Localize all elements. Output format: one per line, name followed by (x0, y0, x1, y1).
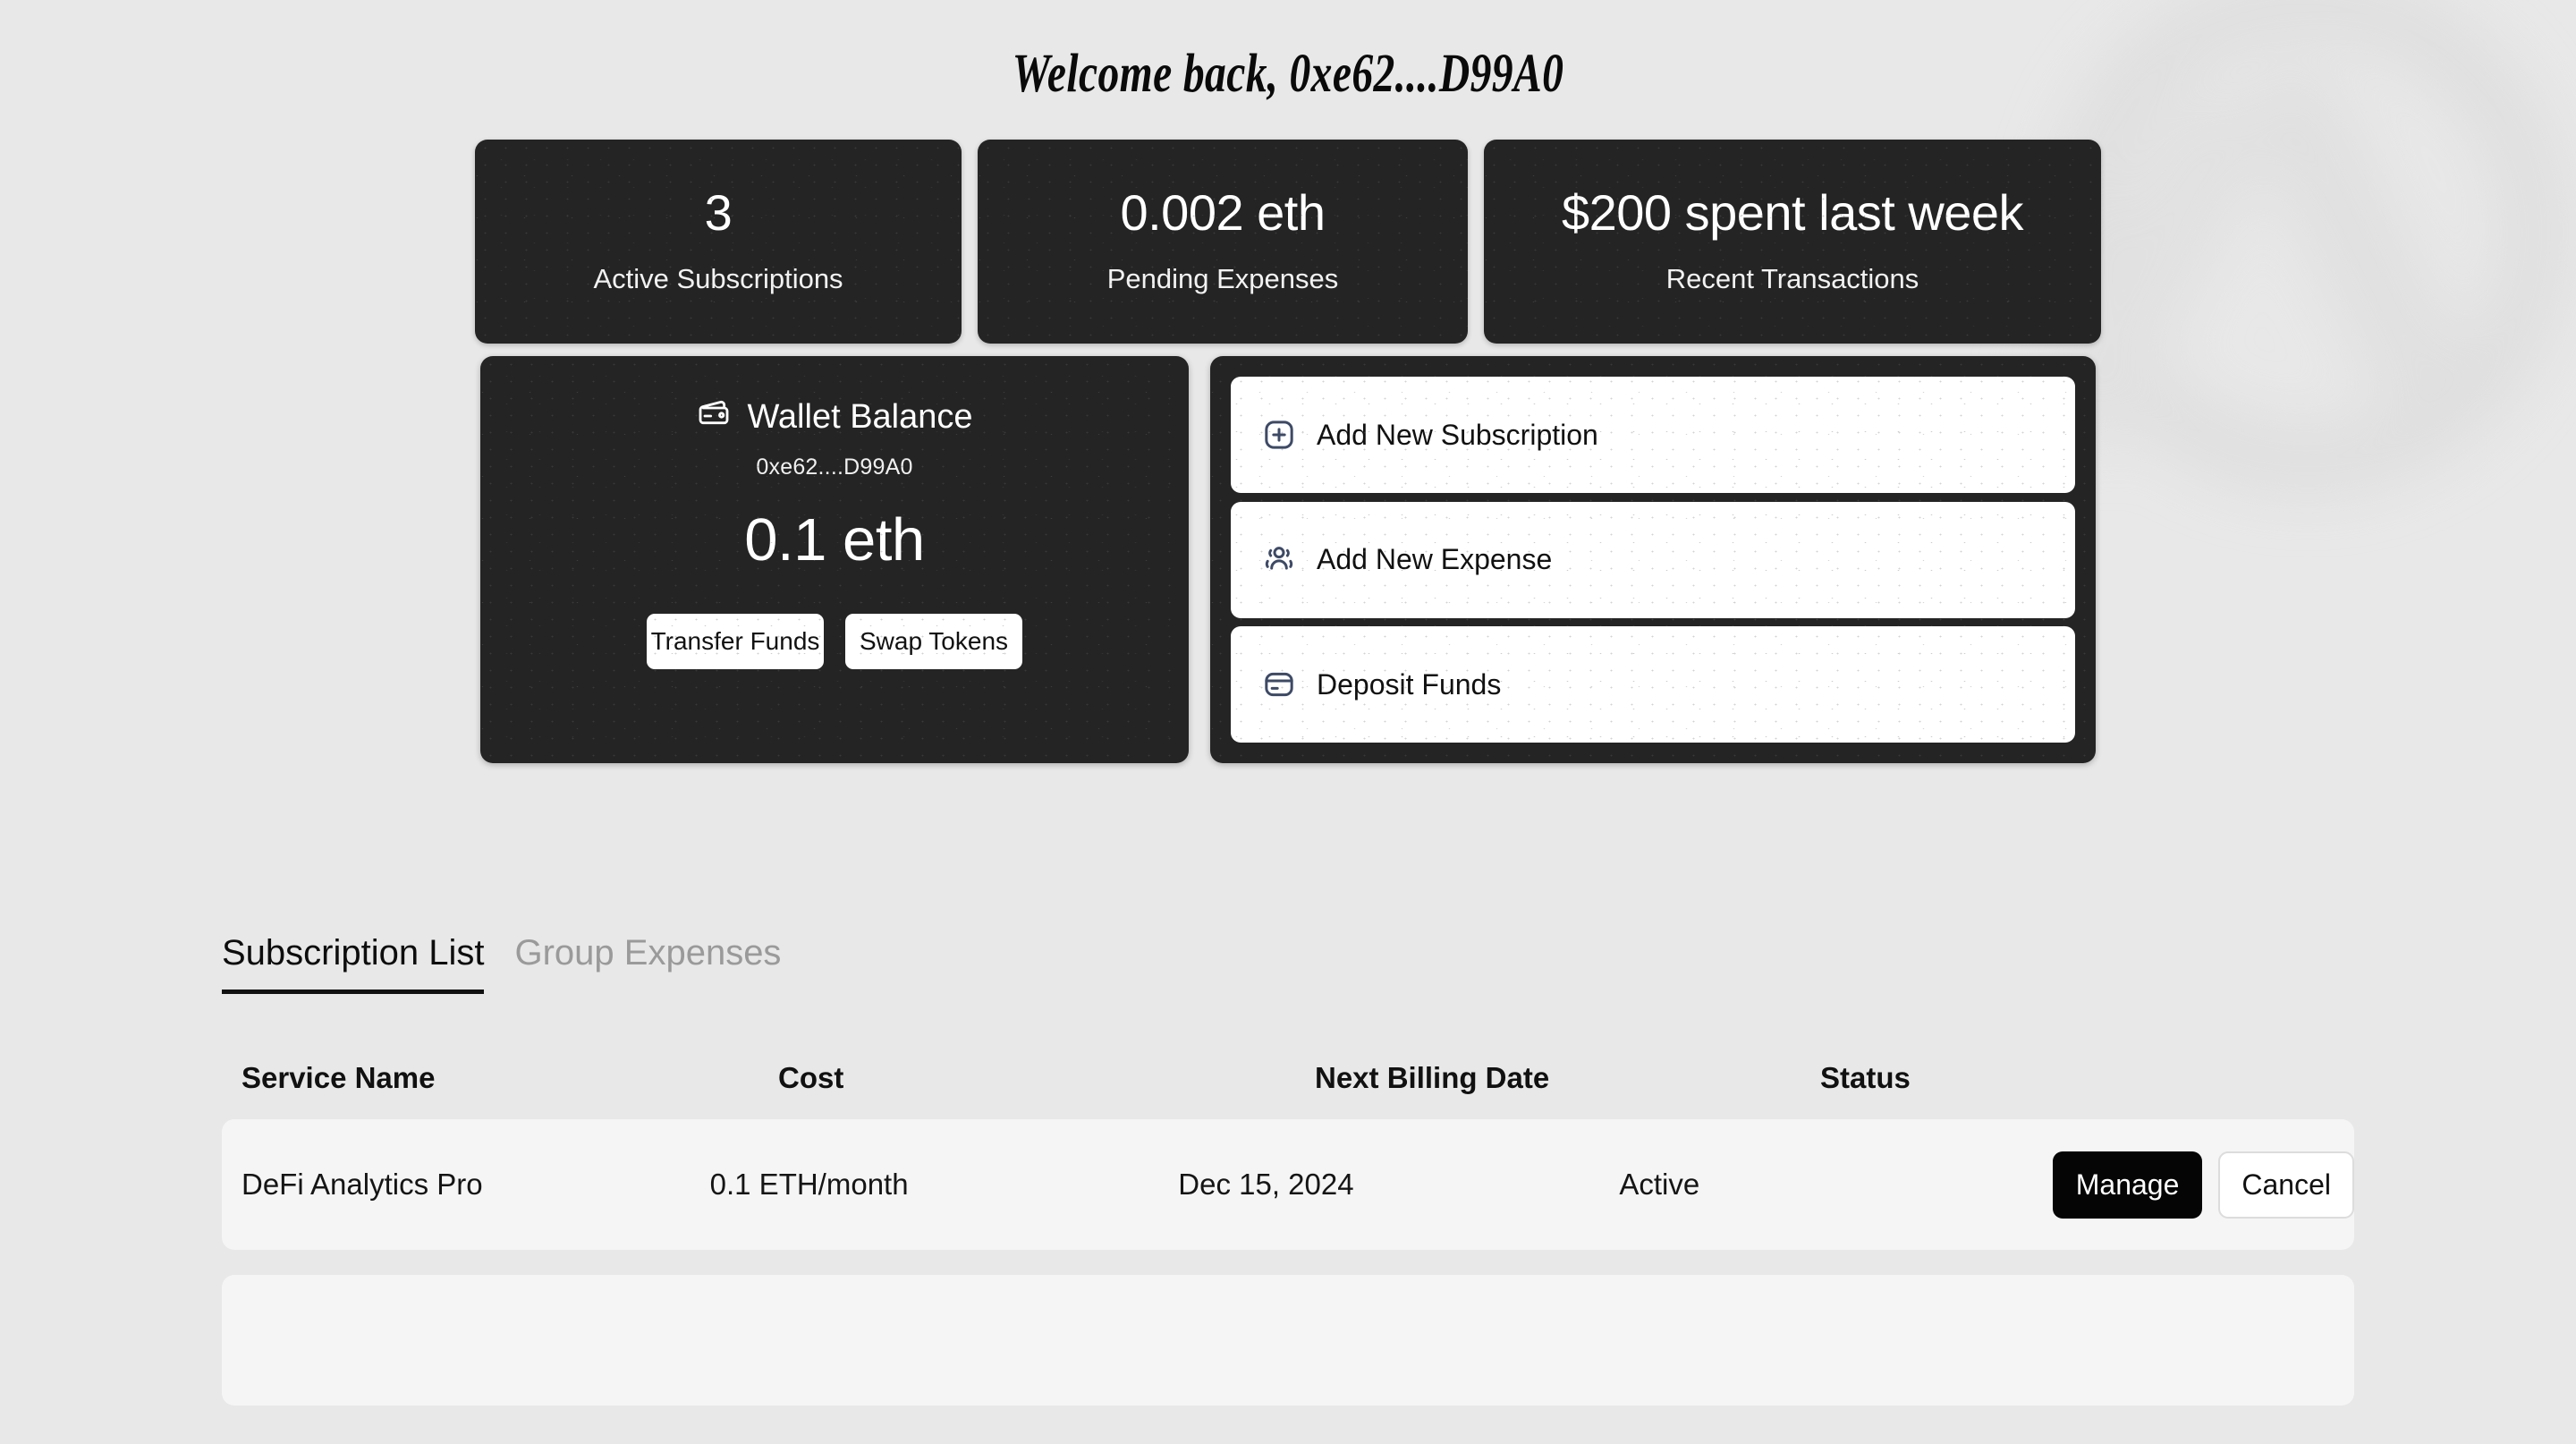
quick-actions-card: Add New Subscription Add New Expense Dep… (1210, 356, 2096, 763)
transfer-funds-button[interactable]: Transfer Funds (647, 614, 824, 669)
credit-card-icon (1261, 667, 1297, 702)
stat-value: 3 (704, 184, 733, 241)
wallet-icon (696, 395, 732, 439)
wallet-balance-card: Wallet Balance 0xe62....D99A0 0.1 eth Tr… (480, 356, 1189, 763)
column-header-cost: Cost (778, 1061, 844, 1094)
tab-subscription-list[interactable]: Subscription List (222, 933, 485, 994)
wallet-address: 0xe62....D99A0 (756, 454, 913, 480)
deposit-funds-button[interactable]: Deposit Funds (1231, 626, 2075, 743)
stat-card-pending-expenses: 0.002 eth Pending Expenses (978, 140, 1468, 344)
stat-label: Recent Transactions (1665, 263, 1919, 294)
deposit-funds-label: Deposit Funds (1317, 667, 1502, 701)
stat-label: Active Subscriptions (593, 263, 843, 294)
table-row: DeFi Analytics Pro 0.1 ETH/month Dec 15,… (222, 1119, 2354, 1250)
manage-button[interactable]: Manage (2052, 1151, 2203, 1219)
status-badge: Active (1619, 1168, 1700, 1201)
stat-label: Pending Expenses (1106, 263, 1339, 294)
stat-card-group: 3 Active Subscriptions 0.002 eth Pending… (0, 140, 2576, 344)
stat-card-recent-transactions: $200 spent last week Recent Transactions (1484, 140, 2101, 344)
add-new-expense-button[interactable]: Add New Expense (1231, 501, 2075, 618)
column-header-next-billing: Next Billing Date (1315, 1061, 1550, 1094)
wallet-button-group: Transfer Funds Swap Tokens (647, 614, 1022, 669)
row-action-group: Manage Cancel (2052, 1151, 2354, 1219)
plus-square-icon (1261, 417, 1297, 453)
stat-value: $200 spent last week (1561, 184, 2024, 241)
stat-value: 0.002 eth (1120, 184, 1326, 241)
column-header-status: Status (1820, 1061, 1911, 1094)
swap-tokens-button[interactable]: Swap Tokens (845, 614, 1022, 669)
tab-bar: Subscription List Group Expenses (222, 933, 2576, 994)
table-header-row: Service Name Cost Next Billing Date Stat… (222, 1037, 2354, 1119)
wallet-title: Wallet Balance (696, 395, 973, 439)
cell-service-name: DeFi Analytics Pro (242, 1168, 483, 1201)
wallet-title-label: Wallet Balance (747, 397, 973, 436)
cell-next-billing: Dec 15, 2024 (1178, 1168, 1354, 1201)
wallet-balance-value: 0.1 eth (744, 506, 925, 573)
add-new-expense-label: Add New Expense (1317, 543, 1553, 575)
users-icon (1261, 542, 1297, 578)
subscription-table: Service Name Cost Next Billing Date Stat… (222, 1037, 2354, 1406)
column-header-service-name: Service Name (242, 1061, 436, 1094)
tab-group-expenses[interactable]: Group Expenses (514, 933, 781, 994)
wallet-and-actions-row: Wallet Balance 0xe62....D99A0 0.1 eth Tr… (0, 356, 2576, 763)
cell-cost: 0.1 ETH/month (709, 1168, 909, 1201)
add-new-subscription-button[interactable]: Add New Subscription (1231, 377, 2075, 493)
table-row (222, 1275, 2354, 1406)
stat-card-active-subscriptions: 3 Active Subscriptions (475, 140, 962, 344)
cancel-button[interactable]: Cancel (2218, 1151, 2354, 1219)
page-title: Welcome back, 0xe62....D99A0 (1012, 44, 1564, 104)
add-new-subscription-label: Add New Subscription (1317, 418, 1598, 451)
